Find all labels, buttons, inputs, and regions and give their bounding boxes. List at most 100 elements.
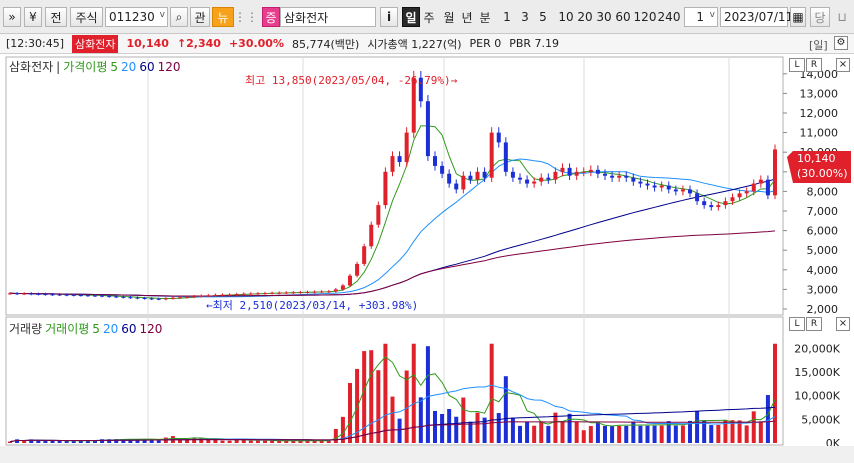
chart-area[interactable]: 14,00013,00012,00011,00010,0009,0008,000… <box>0 54 854 463</box>
dropdown-arrow-icon[interactable]: v <box>160 10 165 20</box>
date-field[interactable]: 2023/07/11 <box>720 7 793 27</box>
calendar-icon[interactable]: ▦ <box>790 7 806 27</box>
candle <box>107 296 112 298</box>
candle <box>291 292 296 294</box>
volume-bar <box>496 413 501 443</box>
price-tick-label: 11,000 <box>800 127 839 140</box>
per-value: PER 0 <box>469 37 502 50</box>
high-annotation: 최고 13,850(2023/05/04, -26.79%)→ <box>245 74 458 87</box>
minute-3-button[interactable]: 3 <box>518 7 532 27</box>
volume-bar <box>758 421 763 443</box>
minute-5-button[interactable]: 5 <box>536 7 550 27</box>
stock-name-field[interactable]: 삼화전자 <box>280 7 376 27</box>
price-scale-toggle-icon[interactable]: L <box>789 58 805 72</box>
price-volume-chart[interactable]: 14,00013,00012,00011,00010,0009,0008,000… <box>0 54 854 463</box>
drag-handle-icon[interactable]: ⋮⋮ <box>234 7 258 27</box>
volume-bar <box>553 412 558 443</box>
search-icon[interactable]: ⌕ <box>170 7 188 27</box>
candle <box>43 294 48 296</box>
volume-bar <box>532 425 537 443</box>
candle <box>503 142 508 172</box>
minute-240-button[interactable]: 240 <box>657 7 681 27</box>
volume-tick-label: 20,000K <box>794 342 840 355</box>
price-panel-close-icon[interactable]: × <box>836 58 850 72</box>
settings-icon[interactable]: ⚙ <box>834 36 848 50</box>
candle <box>765 179 770 196</box>
minute-20-button[interactable]: 20 <box>576 7 594 27</box>
securities-badge[interactable]: 증 <box>262 7 280 27</box>
volume-ma20-label: 20 <box>102 322 119 336</box>
volume-bar <box>737 420 742 443</box>
dropdown-arrow-icon[interactable]: v <box>710 10 715 20</box>
dang-extra-button[interactable]: ⊔ <box>832 7 852 27</box>
volume-tick-label: 15,000K <box>794 366 840 379</box>
candle <box>638 181 643 184</box>
candle <box>702 201 707 206</box>
volume-bar <box>638 425 643 443</box>
candle <box>723 201 728 206</box>
volume-scale-reset-icon[interactable]: R <box>806 317 822 331</box>
price-tick-label: 3,000 <box>807 283 839 296</box>
info-icon[interactable]: i <box>380 7 398 27</box>
volume-scale-toggle-icon[interactable]: L <box>789 317 805 331</box>
volume-bar <box>709 425 714 443</box>
expand-icon[interactable]: » <box>3 7 21 27</box>
price-axis-labels: 14,00013,00012,00011,00010,0009,0008,000… <box>800 68 839 316</box>
candle <box>93 295 97 297</box>
minute-60-button[interactable]: 60 <box>614 7 632 27</box>
view-mode-button[interactable]: [일] <box>809 37 828 53</box>
chevron-down-icon[interactable]: ¥ <box>24 7 42 27</box>
candle <box>192 296 197 298</box>
watchlist-button[interactable]: 관 <box>190 7 210 27</box>
price-scale-reset-icon[interactable]: R <box>806 58 822 72</box>
candle <box>588 169 593 172</box>
volume-bar <box>525 421 530 443</box>
count-value: 1 <box>696 10 704 24</box>
volume-bar <box>440 413 445 443</box>
period-minute-button[interactable]: 분 <box>476 7 494 27</box>
volume-bar <box>603 425 607 443</box>
volume-panel-close-icon[interactable]: × <box>836 317 850 331</box>
minute-120-button[interactable]: 120 <box>633 7 657 27</box>
candle <box>532 181 537 184</box>
candle <box>525 179 530 184</box>
candle <box>376 205 381 225</box>
news-button[interactable]: 뉴 <box>212 7 234 27</box>
candle <box>135 297 140 299</box>
current-button[interactable]: 당 <box>810 7 830 27</box>
candle <box>631 177 636 182</box>
volume-tick-label: 5,000K <box>801 413 840 426</box>
candle <box>156 298 161 300</box>
candle <box>652 185 657 188</box>
candle <box>8 293 12 295</box>
count-stepper[interactable]: 1 v <box>684 7 718 27</box>
volume-bar <box>43 440 48 443</box>
volume-bar <box>716 424 721 443</box>
candle <box>128 297 133 299</box>
volume-bar <box>546 425 551 443</box>
minute-10-button[interactable]: 10 <box>557 7 575 27</box>
candle <box>709 205 714 208</box>
low-annotation: ←최저 2,510(2023/03/14, +303.98%) <box>206 299 418 312</box>
candle <box>425 101 430 157</box>
volume-bar <box>36 440 41 443</box>
minute-30-button[interactable]: 30 <box>595 7 613 27</box>
candle <box>617 175 622 178</box>
volume-bar <box>411 343 416 443</box>
candle <box>461 175 466 190</box>
stock-code-input[interactable]: 011230 v <box>105 7 168 27</box>
candle <box>199 295 204 297</box>
period-week-button[interactable]: 주 <box>420 7 438 27</box>
minute-1-button[interactable]: 1 <box>500 7 514 27</box>
volume-bar <box>348 382 352 443</box>
volume-bar <box>595 421 600 443</box>
candle <box>482 171 487 178</box>
period-month-button[interactable]: 월 <box>440 7 458 27</box>
price-legend-title: 삼화전자 <box>9 60 54 74</box>
mode-button[interactable]: 전 <box>45 7 67 27</box>
stock-type-button[interactable]: 주식 <box>70 7 103 27</box>
period-day-button[interactable]: 일 <box>402 7 420 27</box>
price-tick-label: 2,000 <box>807 303 839 316</box>
period-year-button[interactable]: 년 <box>458 7 476 27</box>
candle <box>64 294 69 296</box>
